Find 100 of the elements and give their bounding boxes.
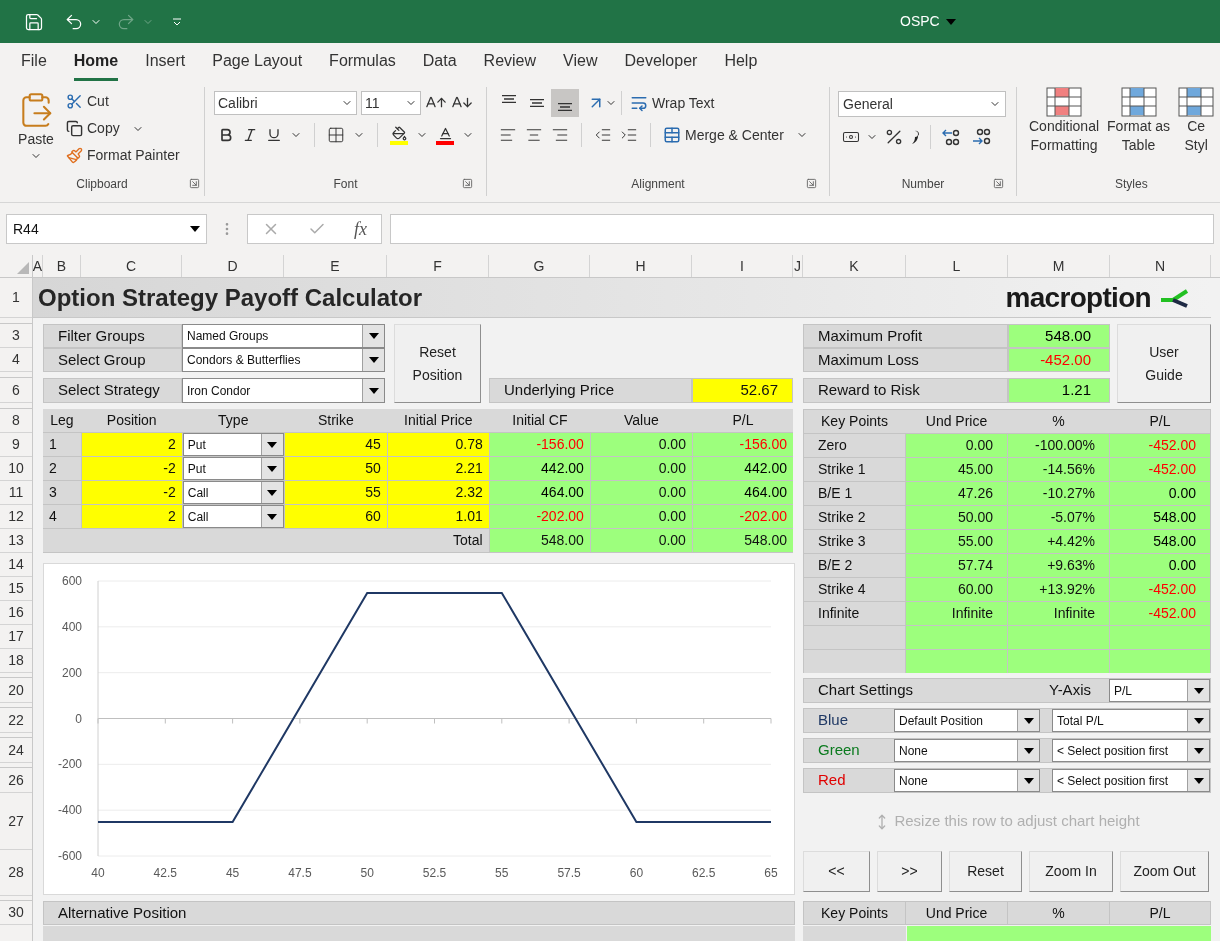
dropdown[interactable]: < Select position first [1052,769,1210,792]
vertical-align-button[interactable] [551,89,579,117]
sheet-button[interactable]: User Guide [1117,324,1211,403]
launcher-icon[interactable] [806,178,817,189]
launcher-icon[interactable] [993,178,1004,189]
column-header[interactable]: M [1008,255,1110,277]
dropdown[interactable]: Iron Condor [182,378,385,403]
sheet-button[interactable]: Zoom Out [1120,851,1209,892]
row-header[interactable]: 4 [0,348,32,372]
decrease-indent-icon[interactable] [594,126,612,144]
font-name-field[interactable]: Calibri [214,91,357,115]
align-left-icon[interactable] [499,126,517,144]
paste-button[interactable]: Paste [14,91,58,172]
increase-indent-icon[interactable] [620,126,638,144]
ribbon-tab[interactable]: Review [483,43,537,81]
fill-color-icon[interactable] [390,125,408,145]
row-header[interactable]: 8 [0,409,32,433]
customize-icon[interactable] [172,16,182,27]
row-header[interactable]: 14 [0,553,32,577]
comma-style-icon[interactable] [910,128,920,146]
column-header[interactable]: J [793,255,803,277]
copy-button[interactable]: Copy [66,118,180,139]
ribbon-tab[interactable]: View [563,43,598,81]
dropdown[interactable]: Total P/L [1052,709,1210,732]
launcher-icon[interactable] [189,178,200,189]
sheet-button[interactable]: Reset [949,851,1022,892]
column-header[interactable]: L [906,255,1008,277]
row-header[interactable]: 10 [0,457,32,481]
column-header[interactable]: K [803,255,906,277]
row-header[interactable]: 17 [0,625,32,649]
sheet-button[interactable]: >> [877,851,942,892]
dropdown[interactable]: Call [182,505,284,528]
sheet-button[interactable]: << [803,851,870,892]
row-header[interactable]: 20 [0,678,32,703]
row-header[interactable]: 27 [0,793,32,850]
dropdown[interactable]: Put [182,433,284,456]
italic-icon[interactable] [242,127,258,143]
dropdown[interactable]: None [894,739,1040,762]
row-header[interactable]: 16 [0,601,32,625]
dropdown[interactable]: P/L [1109,679,1210,702]
row-header[interactable]: 30 [0,901,32,925]
ribbon-tab[interactable]: Data [422,43,457,81]
name-box[interactable]: R44 [6,214,207,244]
row-header[interactable]: 11 [0,481,32,505]
column-header[interactable]: N [1110,255,1211,277]
column-header[interactable]: B [43,255,81,277]
column-header[interactable]: E [284,255,387,277]
bold-icon[interactable] [218,127,234,143]
dropdown[interactable]: Put [182,457,284,480]
row-header[interactable]: 22 [0,708,32,733]
row-header[interactable]: 6 [0,378,32,403]
row-header[interactable]: 26 [0,768,32,793]
ribbon-tab[interactable]: Page Layout [212,43,303,81]
dropdown[interactable]: Condors & Butterflies [182,348,385,372]
column-header[interactable]: D [182,255,284,277]
align-center-icon[interactable] [525,126,543,144]
style-button[interactable]: Format as Table [1107,87,1171,172]
column-header[interactable]: H [590,255,692,277]
row-header[interactable]: 13 [0,529,32,553]
dropdown[interactable]: Named Groups [182,324,385,348]
ribbon-tab[interactable]: Help [724,43,758,81]
style-button[interactable]: Conditional Formatting [1029,87,1100,172]
dropdown[interactable]: None [894,769,1040,792]
ribbon-tab[interactable]: Insert [145,43,186,81]
font-color-icon[interactable] [436,125,454,145]
font-size-field[interactable]: 11 [361,91,421,115]
row-header[interactable]: 3 [0,324,32,348]
column-header[interactable]: I [692,255,793,277]
formula-input[interactable] [390,214,1214,244]
insert-function-button[interactable]: fx [354,215,367,243]
percent-icon[interactable] [884,127,904,147]
row-header[interactable]: 1 [0,278,32,318]
column-header[interactable]: C [81,255,182,277]
sheet-button[interactable]: Zoom In [1029,851,1113,892]
format-painter-button[interactable]: Format Painter [66,145,180,166]
row-header[interactable]: 28 [0,850,32,896]
launcher-icon[interactable] [462,178,473,189]
underline-icon[interactable] [266,127,282,143]
column-header[interactable]: F [387,255,489,277]
merge-center-button[interactable]: Merge & Center [663,124,808,146]
row-header[interactable]: 15 [0,577,32,601]
row-header[interactable]: 18 [0,649,32,673]
column-header[interactable]: A [33,255,43,277]
number-format-field[interactable]: General [838,91,1006,117]
style-button[interactable]: Ce Styl [1178,87,1215,172]
ribbon-tab[interactable]: Formulas [329,43,396,81]
borders-icon[interactable] [327,126,345,144]
sheet-button[interactable]: Reset Position [394,324,481,403]
dropdown[interactable]: Call [182,481,284,504]
row-header[interactable]: 9 [0,433,32,457]
row-header[interactable]: 12 [0,505,32,529]
align-right-icon[interactable] [551,126,569,144]
wrap-text-button[interactable]: Wrap Text [630,92,715,114]
save-icon[interactable] [24,11,44,32]
row-header[interactable]: 24 [0,738,32,763]
ribbon-tab[interactable]: Developer [624,43,698,81]
dropdown[interactable]: Default Position [894,709,1040,732]
ribbon-tab[interactable]: File [21,43,47,81]
dropdown[interactable]: < Select position first [1052,739,1210,762]
cut-button[interactable]: Cut [66,91,180,112]
